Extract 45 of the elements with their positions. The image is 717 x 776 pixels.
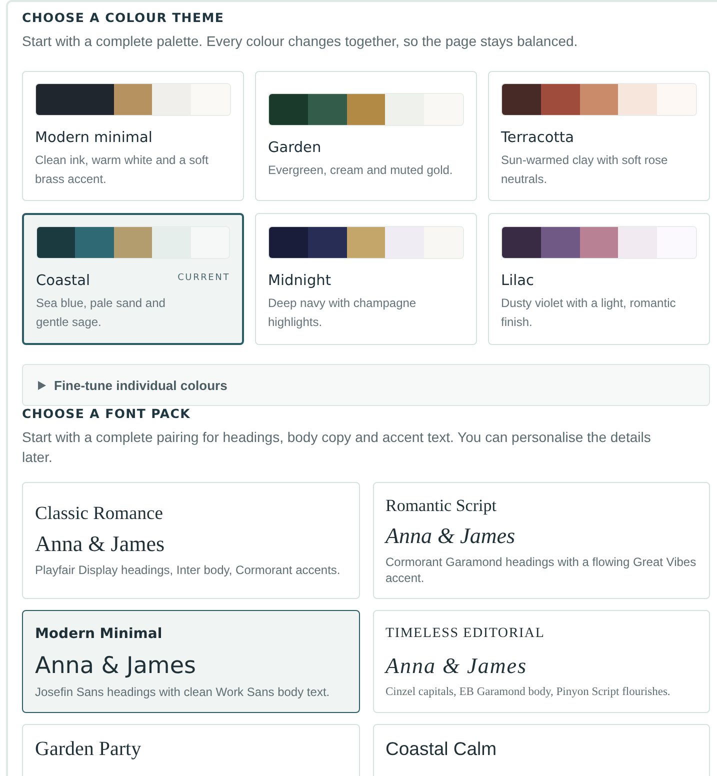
sample-names: Anna & James: [386, 652, 528, 680]
theme-card[interactable]: Garden Evergreen, cream and muted gold.: [255, 71, 477, 201]
pack-description: Playfair Display headings, Inter body, Cormorant accents.: [35, 562, 342, 578]
font-pack-card[interactable]: Garden Party: [22, 724, 360, 776]
theme-name: Terracotta: [501, 129, 575, 148]
font-pack-card[interactable]: Modern Minimal Anna & James Josefin Sans headings with clean Work Sans body text.: [22, 610, 360, 713]
pack-description: Cormorant Garamond headings with a flowing Great Vibes accent.: [386, 554, 697, 586]
theme-description: Evergreen, cream and muted gold.: [268, 162, 454, 178]
pack-title: Coastal Calm: [386, 737, 498, 761]
theme-description: Clean ink, warm white and a soft brass accent.: [35, 152, 210, 188]
section-subtitle: Start with a complete palette. Every colour changes together, so the page stays balanced.: [22, 32, 579, 51]
pack-title: Classic Romance: [35, 503, 164, 525]
theme-description: Sea blue, pale sand and gentle sage.: [36, 295, 166, 331]
sample-names: Anna & James: [35, 652, 197, 681]
font-pack-card[interactable]: TIMELESS EDITORIAL Anna & James Cinzel capitals, EB Garamond body, Pinyon Script flourishes.: [372, 610, 710, 713]
fine-tune-toggle[interactable]: Fine-tune individual colours: [22, 364, 710, 406]
sample-names: Anna & James: [386, 522, 516, 550]
caret-icon: [38, 380, 46, 390]
font-pack-card[interactable]: Romantic Script Anna & James Cormorant Garamond headings with a flowing Great Vibes accent.: [372, 482, 710, 599]
theme-card[interactable]: Terracotta Sun-warmed clay with soft rose neutrals.: [488, 71, 710, 201]
theme-name: Coastal: [36, 272, 92, 291]
pack-title: Garden Party: [35, 737, 142, 761]
font-pack-card[interactable]: Coastal Calm: [372, 724, 710, 776]
theme-name: Garden: [268, 138, 322, 158]
current-label: CURRENT: [178, 272, 230, 285]
pack-description: Cinzel capitals, EB Garamond body, Pinyon Script flourishes.: [386, 685, 672, 700]
section-heading: CHOOSE A FONT PACK: [22, 406, 192, 422]
theme-description: Dusty violet with a light, romantic finish.: [501, 295, 677, 331]
theme-description: Deep navy with champagne highlights.: [268, 295, 418, 331]
pack-description: Josefin Sans headings with clean Work Sans body text.: [35, 684, 331, 700]
theme-name: Midnight: [268, 272, 332, 291]
pack-title: TIMELESS EDITORIAL: [386, 625, 546, 643]
section-subtitle: Start with a complete pairing for headings, body copy and accent text. You can personalise the details later.: [22, 428, 652, 467]
theme-name: Lilac: [501, 272, 535, 291]
theme-name: Modern minimal: [35, 129, 154, 148]
theme-description: Sun-warmed clay with soft rose neutrals.: [501, 152, 669, 188]
pack-title: Modern Minimal: [35, 625, 164, 644]
font-pack-card[interactable]: Classic Romance Anna & James Playfair Display headings, Inter body, Cormorant accents.: [22, 482, 360, 599]
theme-card[interactable]: Midnight Deep navy with champagne highlights.: [255, 213, 477, 345]
section-heading: CHOOSE A COLOUR THEME: [22, 9, 226, 27]
theme-card[interactable]: Coastal Sea blue, pale sand and gentle sage. CURRENT: [22, 213, 244, 345]
sample-names: Anna & James: [35, 530, 166, 558]
theme-card[interactable]: Lilac Dusty violet with a light, romantic finish.: [488, 213, 710, 345]
theme-card[interactable]: Modern minimal Clean ink, warm white and a soft brass accent.: [22, 71, 244, 201]
pack-title: Romantic Script: [386, 495, 498, 517]
